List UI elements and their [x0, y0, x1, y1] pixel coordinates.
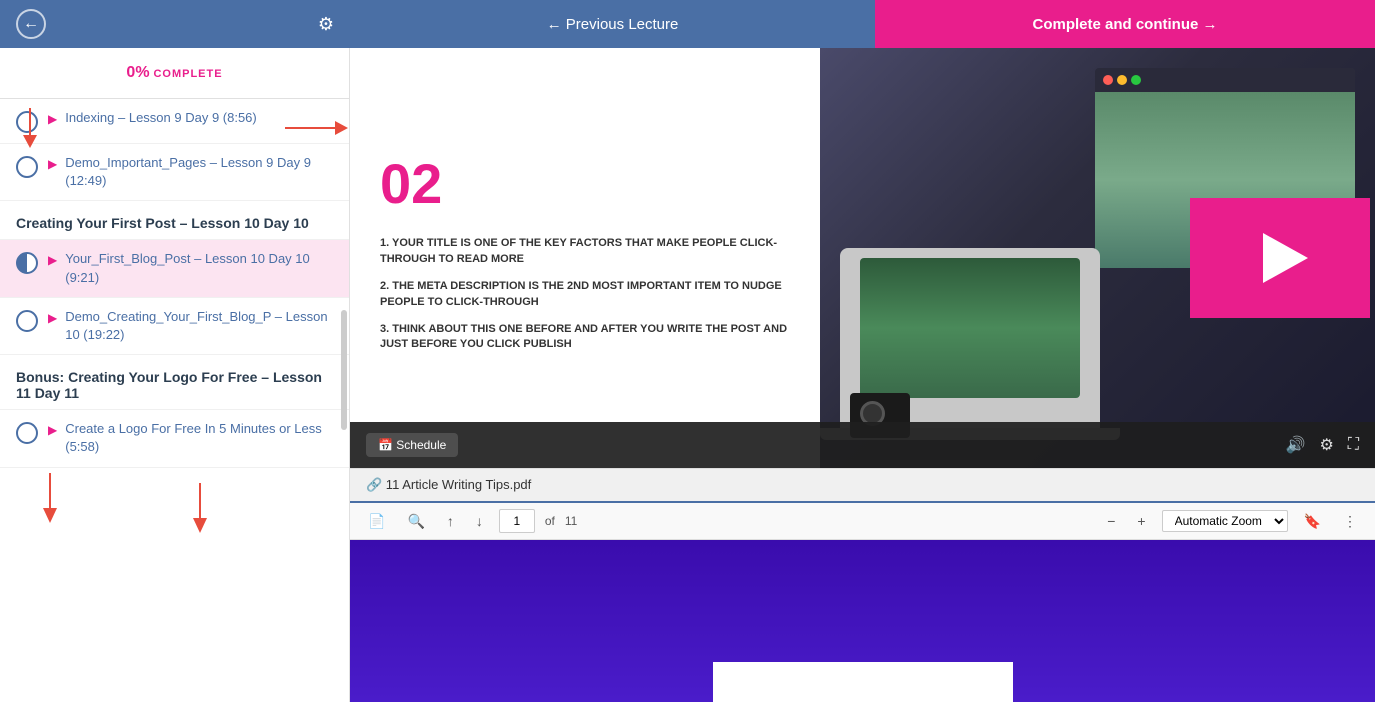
progress-label: COMPLETE: [153, 68, 222, 80]
lesson-circle-first-blog: [16, 252, 38, 274]
lesson-item-create-logo[interactable]: ▶ Create a Logo For Free In 5 Minutes or…: [0, 410, 349, 467]
pdf-zoom-select[interactable]: Automatic Zoom: [1162, 510, 1288, 532]
max-dot: [1131, 75, 1141, 85]
lesson-circle-indexing: [16, 111, 38, 133]
lesson-item-demo-important[interactable]: ▶ Demo_Important_Pages – Lesson 9 Day 9 …: [0, 144, 349, 201]
slide-content: 02 1. YOUR TITLE IS ONE OF THE KEY FACTO…: [350, 48, 820, 468]
back-button[interactable]: ←: [16, 9, 46, 39]
video-container: 02 1. YOUR TITLE IS ONE OF THE KEY FACTO…: [350, 48, 1375, 468]
pdf-section: 🔗 11 Article Writing Tips.pdf 📄 🔍 ↑ ↓ of…: [350, 468, 1375, 702]
pdf-content-area: [350, 540, 1375, 702]
section-header-bonus: Bonus: Creating Your Logo For Free – Les…: [0, 355, 349, 410]
video-photo-area: [820, 48, 1375, 468]
pdf-tab-label: 🔗 11 Article Writing Tips.pdf: [366, 477, 531, 493]
video-icon-first-blog: ▶: [48, 253, 57, 267]
pdf-bookmark-button[interactable]: 🔖: [1298, 511, 1327, 532]
lesson-circle-demo-important: [16, 156, 38, 178]
settings-gear-icon[interactable]: ⚙: [1319, 435, 1333, 455]
lesson-text-create-logo: Create a Logo For Free In 5 Minutes or L…: [65, 420, 333, 456]
lesson-text-indexing: Indexing – Lesson 9 Day 9 (8:56): [65, 109, 257, 127]
slide-point-1: 1. YOUR TITLE IS ONE OF THE KEY FACTORS …: [380, 236, 790, 267]
schedule-button[interactable]: 📅 Schedule: [366, 433, 458, 457]
video-icon-demo-creating: ▶: [48, 311, 57, 325]
lesson-text-first-blog: Your_First_Blog_Post – Lesson 10 Day 10 …: [65, 250, 333, 286]
lesson-item-inner-first-blog: ▶ Your_First_Blog_Post – Lesson 10 Day 1…: [48, 250, 333, 286]
laptop-screen-content: [860, 258, 1080, 398]
pdf-zoom-in-button[interactable]: +: [1131, 511, 1151, 531]
lesson-circle-demo-creating: [16, 310, 38, 332]
fullscreen-icon[interactable]: ⛶: [1348, 436, 1359, 454]
lesson-item-inner-demo-important: ▶ Demo_Important_Pages – Lesson 9 Day 9 …: [48, 154, 333, 190]
pdf-search-button[interactable]: 🔍: [401, 511, 430, 532]
sidebar-scrollbar[interactable]: [341, 310, 347, 430]
lesson-item-inner-indexing: ▶ Indexing – Lesson 9 Day 9 (8:56): [48, 109, 333, 127]
top-nav: ← ⚙ ← Previous Lecture Complete and cont…: [0, 0, 1375, 48]
close-dot: [1103, 75, 1113, 85]
play-triangle-icon: [1263, 233, 1308, 283]
pdf-page-up-button[interactable]: ↑: [441, 511, 460, 531]
right-panel: 02 1. YOUR TITLE IS ONE OF THE KEY FACTO…: [350, 48, 1375, 702]
progress-percent: 0%: [126, 64, 149, 81]
pdf-page-input[interactable]: [499, 509, 535, 533]
pdf-page-of-label: of: [545, 514, 555, 528]
pdf-zoom-out-button[interactable]: −: [1101, 511, 1121, 531]
video-icon-indexing: ▶: [48, 112, 57, 126]
video-icon-demo-important: ▶: [48, 157, 57, 171]
red-arrow-bottom-icon: [30, 468, 110, 548]
main-content: 0% COMPLETE ▶ Indexing – Lesson 9 Day 9 …: [0, 48, 1375, 702]
section-title-creating: Creating Your First Post – Lesson 10 Day…: [16, 215, 309, 231]
video-control-icons: 🔊 ⚙ ⛶: [1286, 435, 1359, 455]
lesson-item-demo-creating[interactable]: ▶ Demo_Creating_Your_First_Blog_P – Less…: [0, 298, 349, 355]
lesson-item-first-blog[interactable]: ▶ Your_First_Blog_Post – Lesson 10 Day 1…: [0, 240, 349, 297]
section-header-creating: Creating Your First Post – Lesson 10 Day…: [0, 201, 349, 240]
window-titlebar: [1095, 68, 1355, 92]
pdf-tab[interactable]: 🔗 11 Article Writing Tips.pdf: [350, 469, 1375, 503]
prev-lecture-label: ← Previous Lecture: [547, 16, 679, 33]
progress-text: 0% COMPLETE: [16, 64, 333, 82]
video-section: 02 1. YOUR TITLE IS ONE OF THE KEY FACTO…: [350, 48, 1375, 468]
lesson-item-indexing[interactable]: ▶ Indexing – Lesson 9 Day 9 (8:56): [0, 99, 349, 144]
pdf-upload-button[interactable]: 📄: [362, 511, 391, 532]
lesson-circle-create-logo: [16, 422, 38, 444]
lesson-item-inner-demo-creating: ▶ Demo_Creating_Your_First_Blog_P – Less…: [48, 308, 333, 344]
sidebar: 0% COMPLETE ▶ Indexing – Lesson 9 Day 9 …: [0, 48, 350, 702]
slide-point-3: 3. THINK ABOUT THIS ONE BEFORE AND AFTER…: [380, 322, 790, 353]
pdf-toolbar: 📄 🔍 ↑ ↓ of 11 − + Automatic Zoom 🔖 ⋮: [350, 503, 1375, 540]
volume-icon[interactable]: 🔊: [1286, 435, 1306, 455]
video-icon-create-logo: ▶: [48, 423, 57, 437]
pdf-page-down-button[interactable]: ↓: [470, 511, 489, 531]
play-button-overlay[interactable]: [1190, 198, 1370, 318]
settings-button[interactable]: ⚙: [318, 14, 334, 35]
complete-continue-label: Complete and continue →: [1032, 16, 1217, 33]
slide-number: 02: [380, 151, 790, 216]
pdf-white-footer-box: [713, 662, 1013, 702]
bottom-arrow-area: [0, 468, 349, 508]
lesson-text-demo-creating: Demo_Creating_Your_First_Blog_P – Lesson…: [65, 308, 333, 344]
complete-continue-button[interactable]: Complete and continue →: [875, 0, 1375, 48]
red-arrow-bottom-right-icon: [180, 478, 260, 558]
video-controls-bar: 📅 Schedule 🔊 ⚙ ⛶: [350, 422, 1375, 468]
pdf-page-total: 11: [565, 514, 577, 528]
slide-point-2: 2. THE META DESCRIPTION IS THE 2ND MOST …: [380, 279, 790, 310]
laptop-screen: [860, 258, 1080, 398]
nav-left-panel: ← ⚙: [0, 0, 350, 48]
section-title-bonus: Bonus: Creating Your Logo For Free – Les…: [16, 369, 322, 401]
lesson-text-demo-important: Demo_Important_Pages – Lesson 9 Day 9 (1…: [65, 154, 333, 190]
lesson-item-inner-create-logo: ▶ Create a Logo For Free In 5 Minutes or…: [48, 420, 333, 456]
min-dot: [1117, 75, 1127, 85]
pdf-menu-button[interactable]: ⋮: [1337, 511, 1363, 532]
schedule-label: 📅 Schedule: [378, 438, 446, 452]
prev-lecture-button[interactable]: ← Previous Lecture: [350, 0, 875, 48]
progress-section: 0% COMPLETE: [0, 48, 349, 99]
